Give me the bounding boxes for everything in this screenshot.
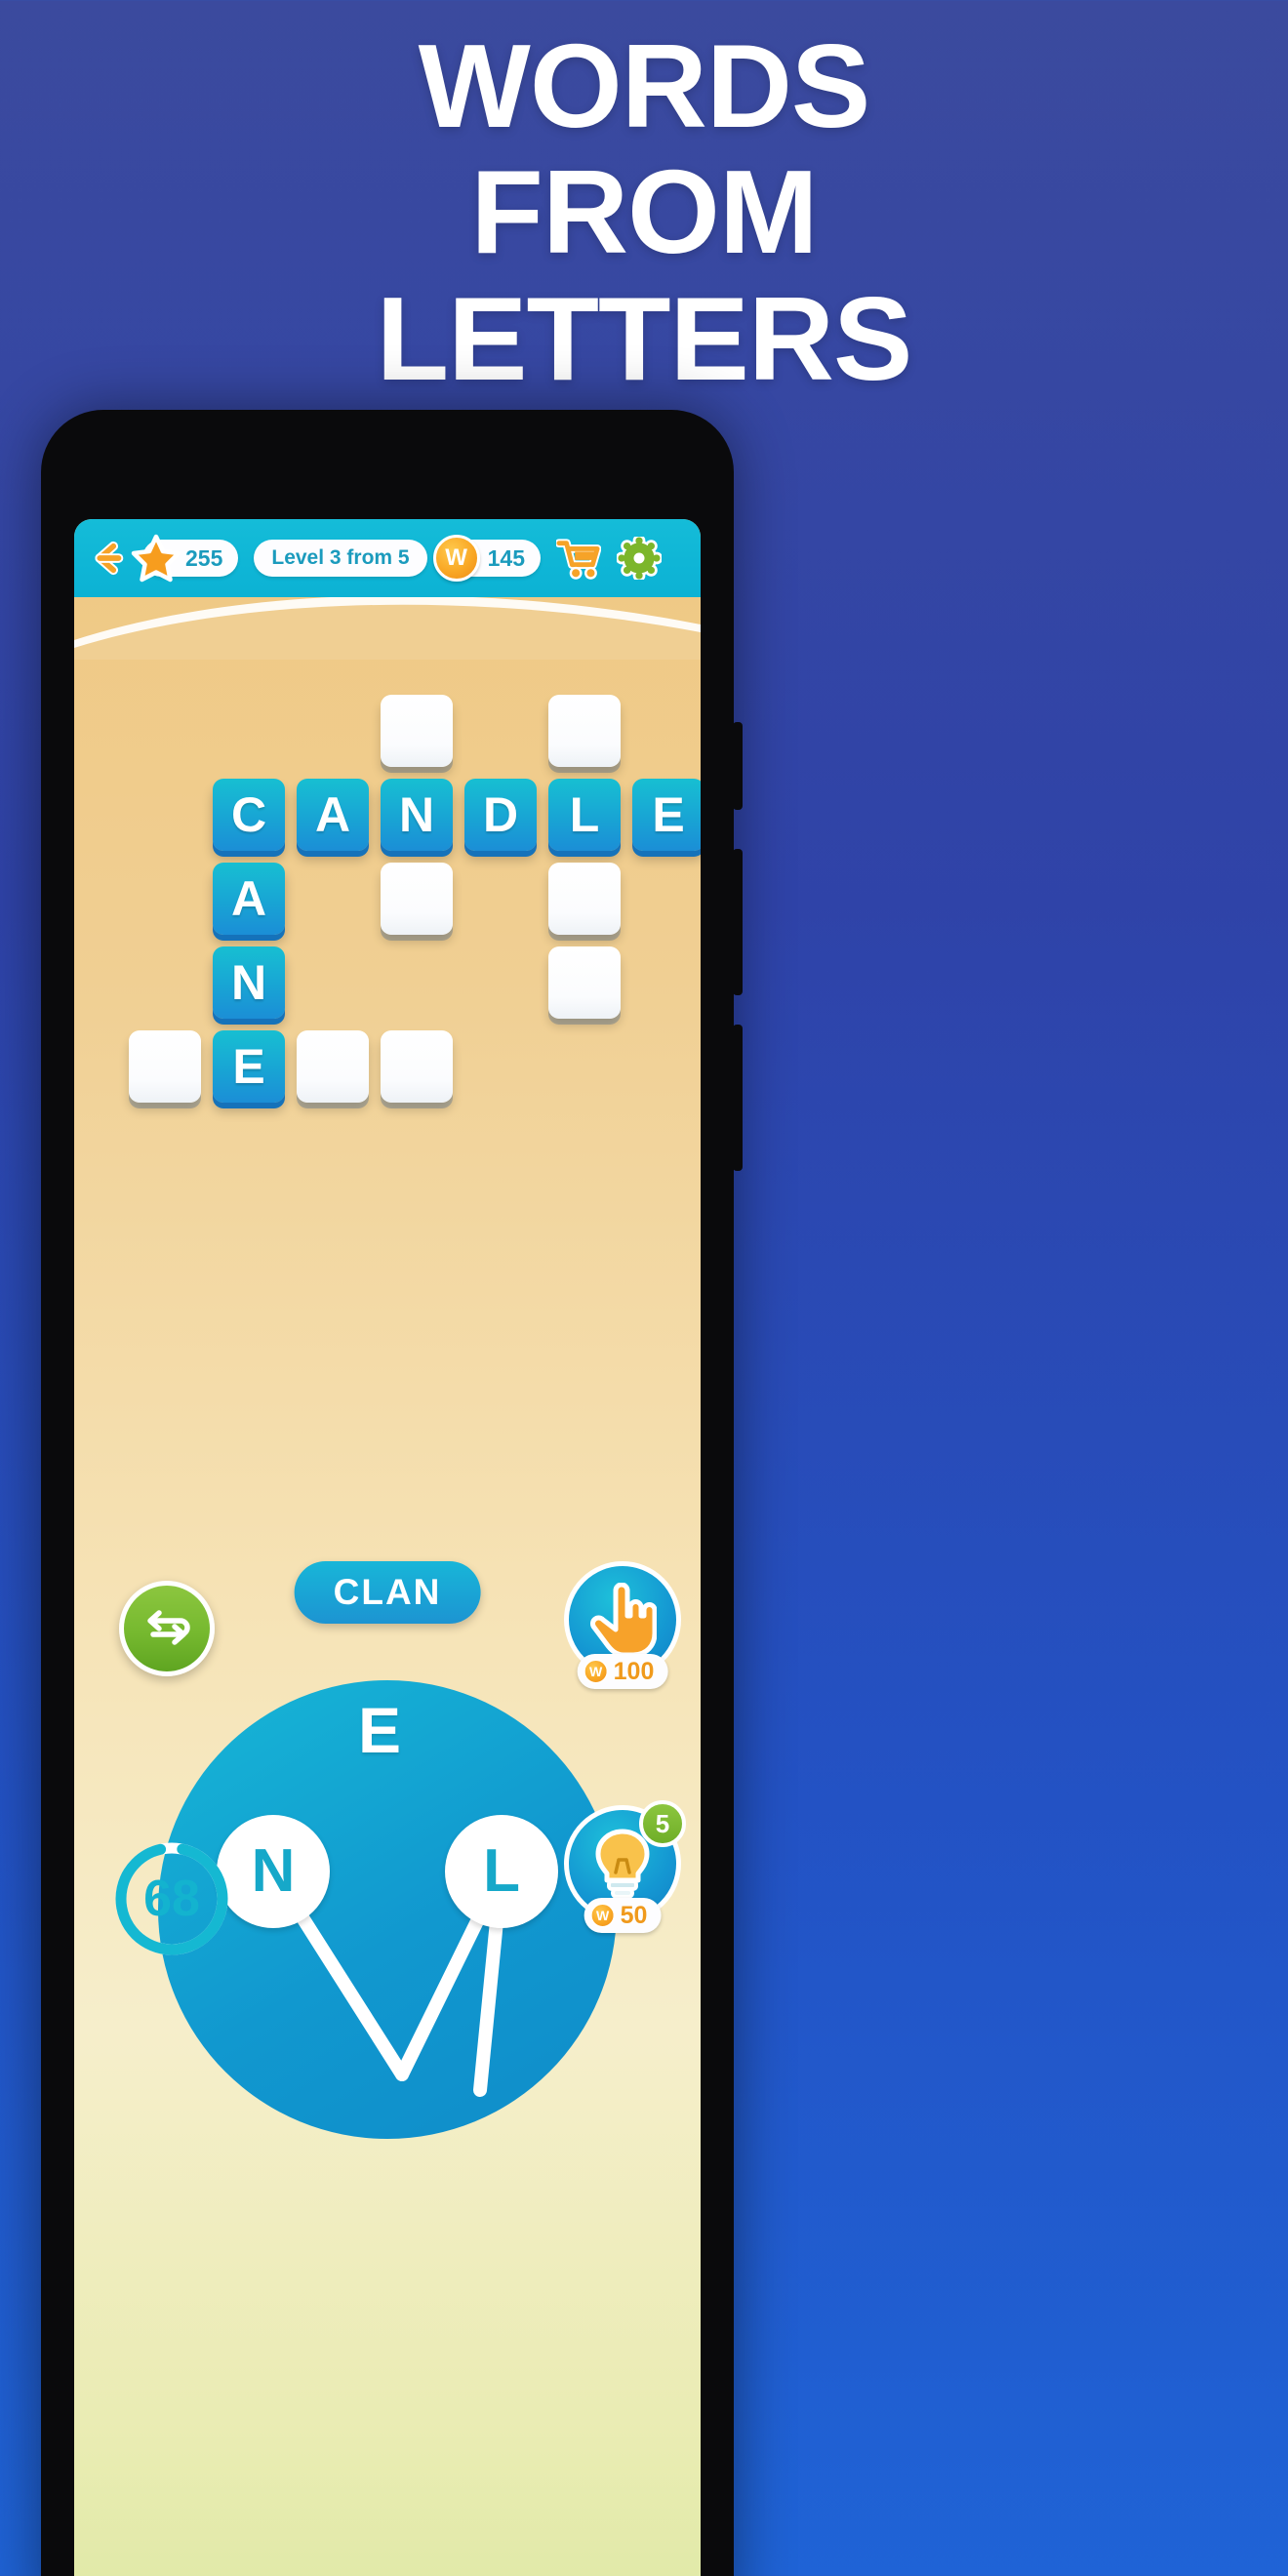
game-header-bar: 255 Level 3 from 5 W 145 bbox=[74, 519, 701, 597]
promo-line-2: FROM bbox=[470, 145, 818, 279]
bulb-hint-cost: W 50 bbox=[584, 1898, 662, 1933]
grid-tile-letter: N bbox=[213, 946, 285, 1019]
coin-count: 145 bbox=[487, 544, 525, 571]
shuffle-button[interactable] bbox=[119, 1581, 215, 1676]
grid-tile-letter-text: N bbox=[230, 955, 267, 1010]
star-counter[interactable]: 255 bbox=[131, 534, 239, 583]
bulb-hint-button[interactable]: 5 W 50 bbox=[564, 1800, 686, 1933]
progress-value: 68 bbox=[143, 1871, 200, 1927]
grid-tile-letter: A bbox=[213, 863, 285, 935]
grid-tile-letter-text: A bbox=[230, 871, 267, 926]
grid-tile-letter: E bbox=[632, 779, 701, 851]
grid-tile-empty bbox=[381, 695, 453, 767]
coin-counter[interactable]: W 145 bbox=[432, 535, 541, 582]
grid-tile-empty bbox=[548, 695, 621, 767]
back-arrow-icon[interactable] bbox=[88, 538, 129, 579]
grid-tile-letter: L bbox=[548, 779, 621, 851]
bulb-hint-badge: 5 bbox=[639, 1800, 686, 1847]
grid-tile-letter-text: L bbox=[569, 787, 600, 842]
phone-side-button-mute bbox=[733, 722, 743, 810]
grid-tile-empty bbox=[548, 946, 621, 1019]
phone-screen: 255 Level 3 from 5 W 145 C A N D L E A N… bbox=[74, 519, 701, 2576]
level-label: Level 3 from 5 bbox=[271, 546, 410, 569]
grid-tile-letter-text: N bbox=[398, 787, 435, 842]
coin-icon: W bbox=[583, 1659, 609, 1684]
current-word-bubble: CLAN bbox=[294, 1561, 481, 1624]
board-top-curve bbox=[74, 595, 701, 660]
bulb-hint-cost-value: 50 bbox=[620, 1901, 648, 1929]
hand-hint-cost-value: 100 bbox=[613, 1657, 655, 1685]
gear-icon[interactable] bbox=[616, 537, 662, 580]
level-progress-ring: 68 bbox=[111, 1838, 232, 1959]
shopping-cart-icon[interactable] bbox=[555, 537, 601, 580]
grid-tile-letter: C bbox=[213, 779, 285, 851]
grid-tile-letter: A bbox=[297, 779, 369, 851]
grid-tile-empty bbox=[381, 863, 453, 935]
shuffle-icon bbox=[147, 1610, 190, 1645]
level-indicator: Level 3 from 5 bbox=[254, 540, 427, 577]
hand-hint-button[interactable]: W 100 bbox=[564, 1561, 681, 1689]
coin-icon: W bbox=[589, 1903, 616, 1928]
crossword-grid: CANDLEANE bbox=[74, 695, 701, 1417]
coin-symbol: W bbox=[445, 544, 467, 571]
promo-headline: WORDS FROM LETTERS bbox=[0, 20, 1288, 405]
grid-tile-letter-text: E bbox=[652, 787, 685, 842]
grid-tile-letter-text: E bbox=[232, 1039, 265, 1094]
grid-tile-letter: D bbox=[464, 779, 537, 851]
phone-frame: 255 Level 3 from 5 W 145 C A N D L E A N… bbox=[41, 410, 743, 2576]
coin-icon: W bbox=[432, 535, 480, 582]
grid-tile-letter-text: A bbox=[314, 787, 351, 842]
wheel-letter-n[interactable]: N bbox=[217, 1815, 330, 1928]
grid-tile-empty bbox=[297, 1030, 369, 1103]
star-count: 255 bbox=[185, 544, 223, 571]
star-icon bbox=[131, 534, 181, 583]
grid-tile-letter-text: D bbox=[482, 787, 519, 842]
grid-tile-empty bbox=[381, 1030, 453, 1103]
grid-tile-empty bbox=[129, 1030, 201, 1103]
grid-tile-letter: N bbox=[381, 779, 453, 851]
grid-tile-letter-text: C bbox=[230, 787, 267, 842]
gear-teeth bbox=[616, 537, 662, 580]
grid-tile-letter: E bbox=[213, 1030, 285, 1103]
phone-side-button-volume-down bbox=[733, 1025, 743, 1171]
hand-hint-cost: W 100 bbox=[577, 1654, 668, 1689]
grid-tile-empty bbox=[548, 863, 621, 935]
promo-line-1: WORDS bbox=[418, 20, 871, 152]
wheel-letter-e[interactable]: E bbox=[358, 1698, 401, 1762]
promo-line-3: LETTERS bbox=[376, 271, 913, 405]
phone-side-button-volume-up bbox=[733, 849, 743, 995]
pointing-hand-icon bbox=[590, 1583, 657, 1657]
wheel-letter-l[interactable]: L bbox=[445, 1815, 558, 1928]
